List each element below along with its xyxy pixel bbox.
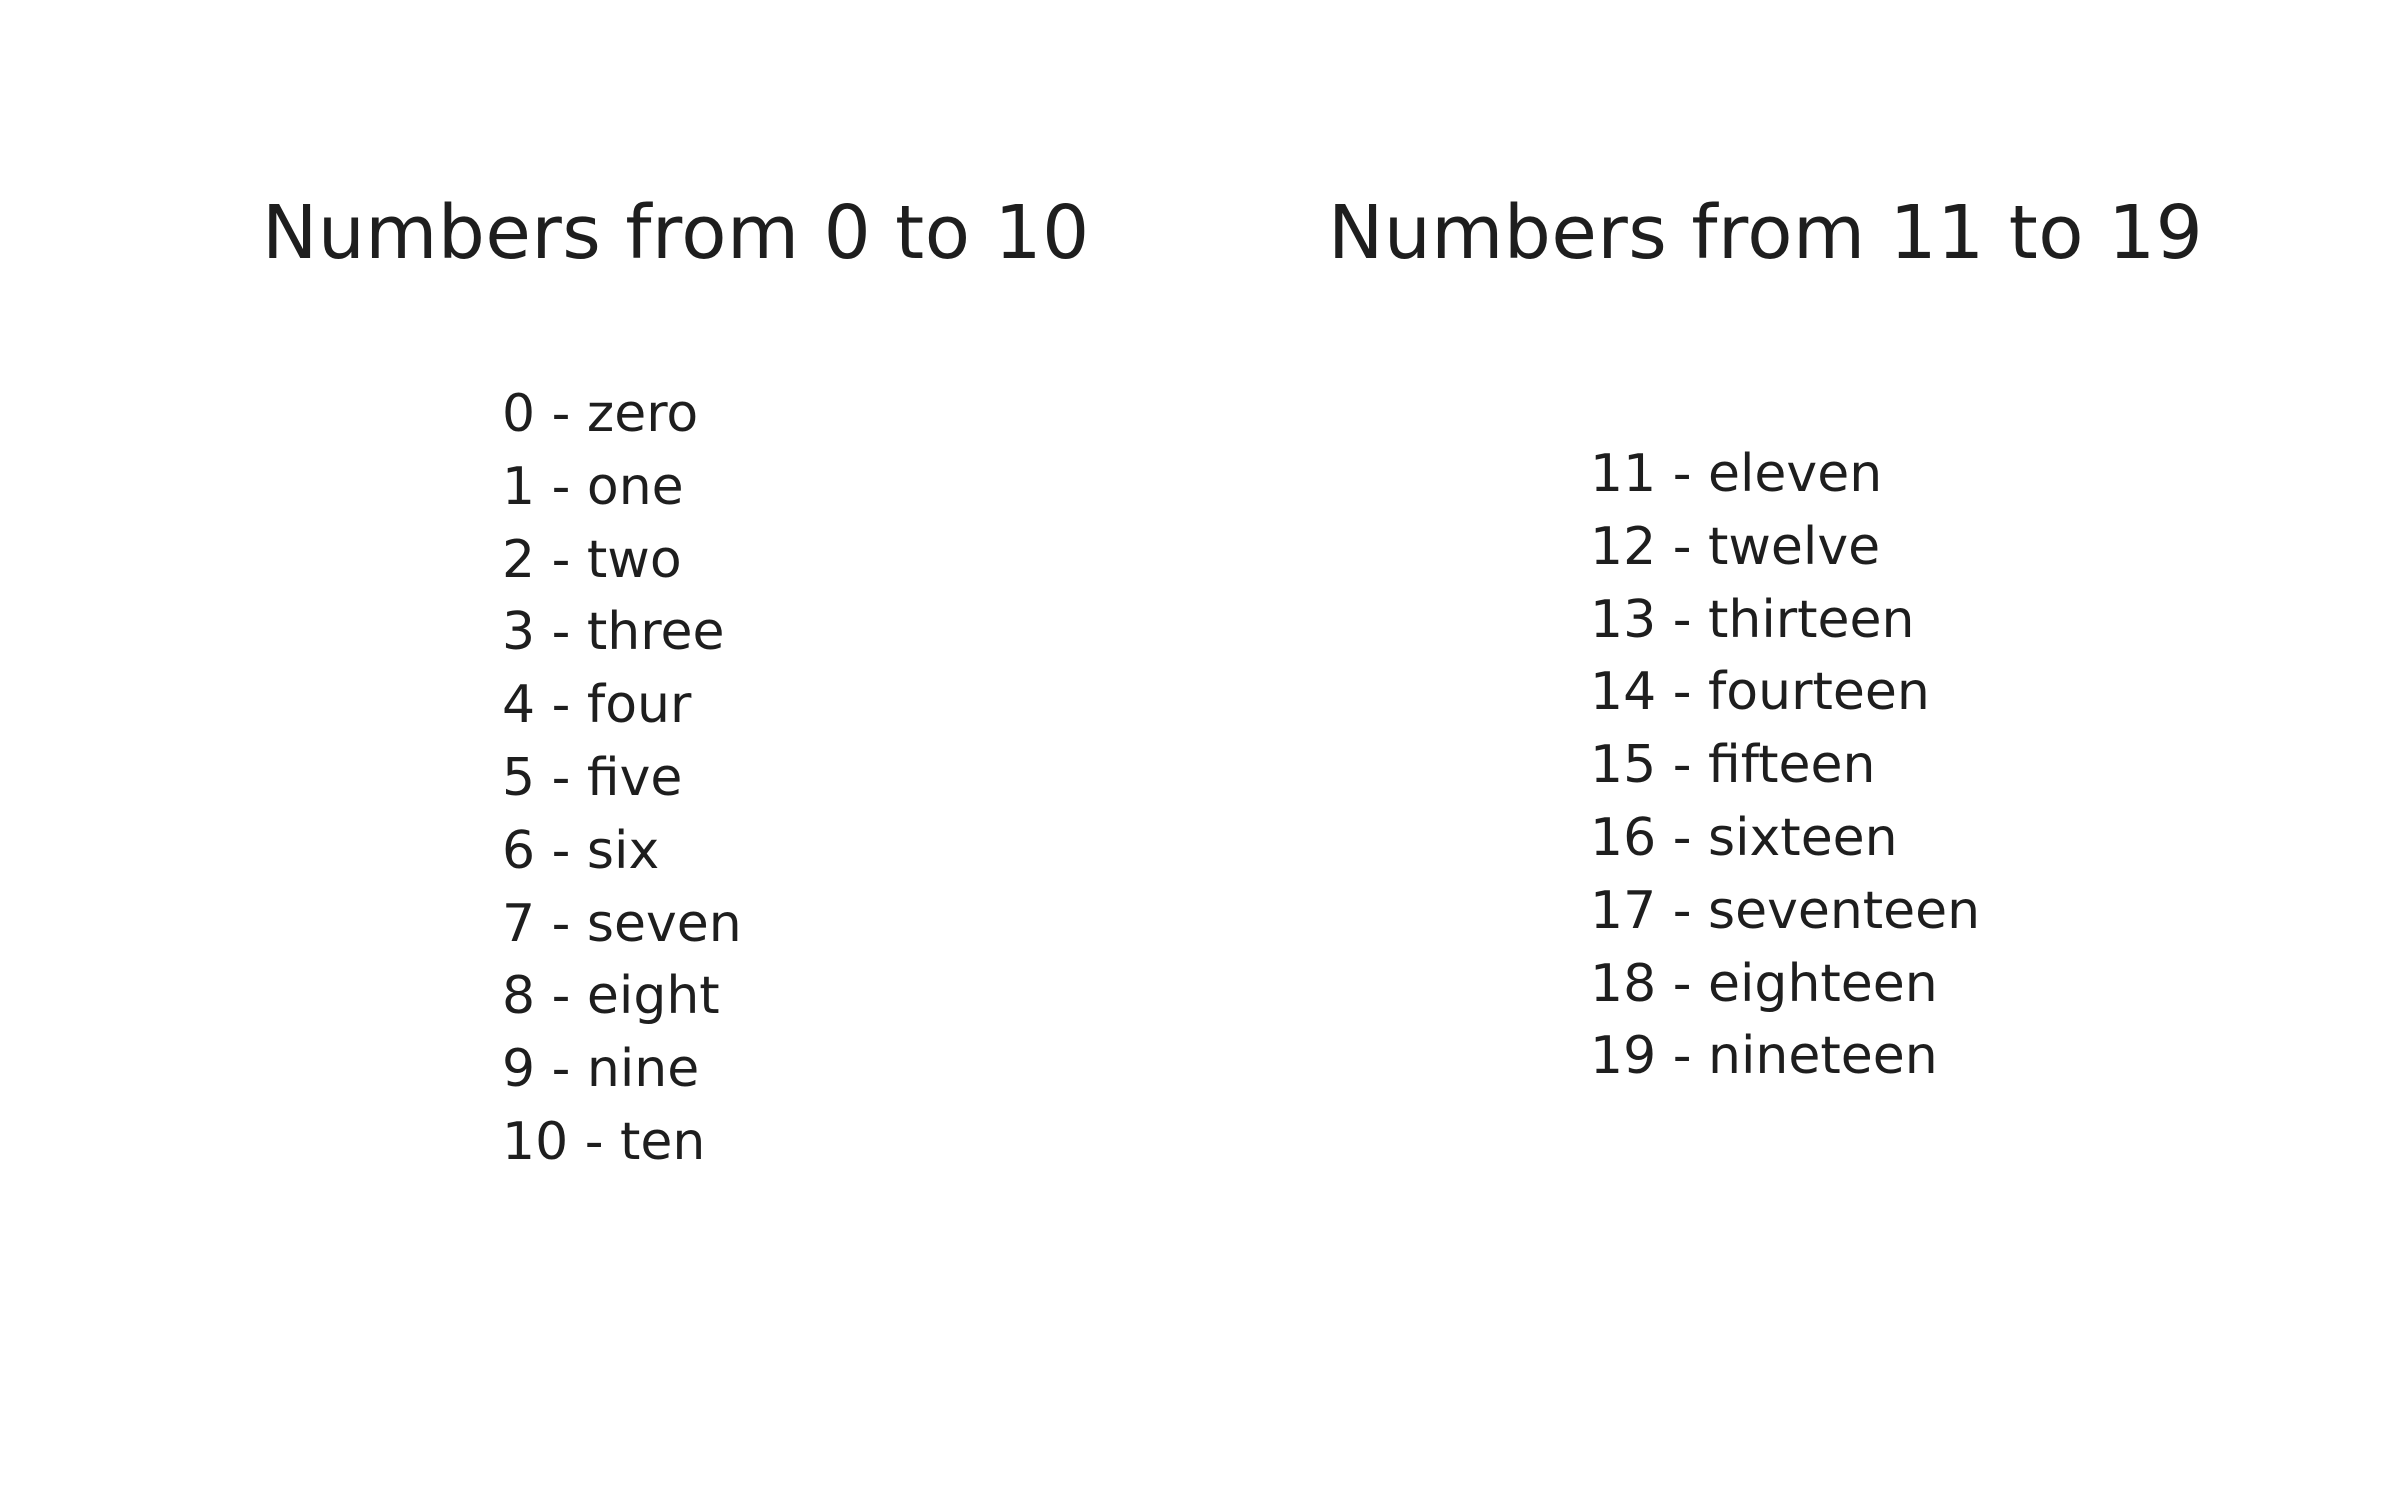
list-item: 4 - four bbox=[502, 675, 692, 736]
list-item: 13 - thirteen bbox=[1590, 589, 1915, 650]
left-column-title: Numbers from 0 to 10 bbox=[262, 190, 1090, 276]
list-item: 6 - six bbox=[502, 820, 660, 881]
right-column-title: Numbers from 11 to 19 bbox=[1328, 190, 2204, 276]
list-item: 9 - nine bbox=[502, 1039, 700, 1100]
list-item: 19 - nineteen bbox=[1590, 1026, 1938, 1087]
list-item: 11 - eleven bbox=[1590, 444, 1883, 504]
number-list-0-to-10: 0 - zero 1 - one 2 - two 3 - three 4 - f… bbox=[502, 378, 742, 1179]
list-item: 12 - twelve bbox=[1590, 516, 1881, 577]
list-item: 1 - one bbox=[502, 456, 684, 517]
list-item: 8 - eight bbox=[502, 966, 720, 1027]
list-item: 2 - two bbox=[502, 529, 682, 590]
list-item: 7 - seven bbox=[502, 893, 742, 954]
list-item: 5 - five bbox=[502, 747, 683, 808]
list-item: 15 - fifteen bbox=[1590, 735, 1876, 796]
list-item: 14 - fourteen bbox=[1590, 662, 1930, 723]
list-item: 3 - three bbox=[502, 602, 725, 663]
list-item: 18 - eighteen bbox=[1590, 953, 1938, 1014]
list-item: 17 - seventeen bbox=[1590, 880, 1981, 941]
list-item: 0 - zero bbox=[502, 384, 699, 444]
list-item: 16 - sixteen bbox=[1590, 807, 1898, 868]
list-item: 10 - ten bbox=[502, 1111, 706, 1172]
number-list-11-to-19: 11 - eleven 12 - twelve 13 - thirteen 14… bbox=[1590, 438, 1980, 1093]
